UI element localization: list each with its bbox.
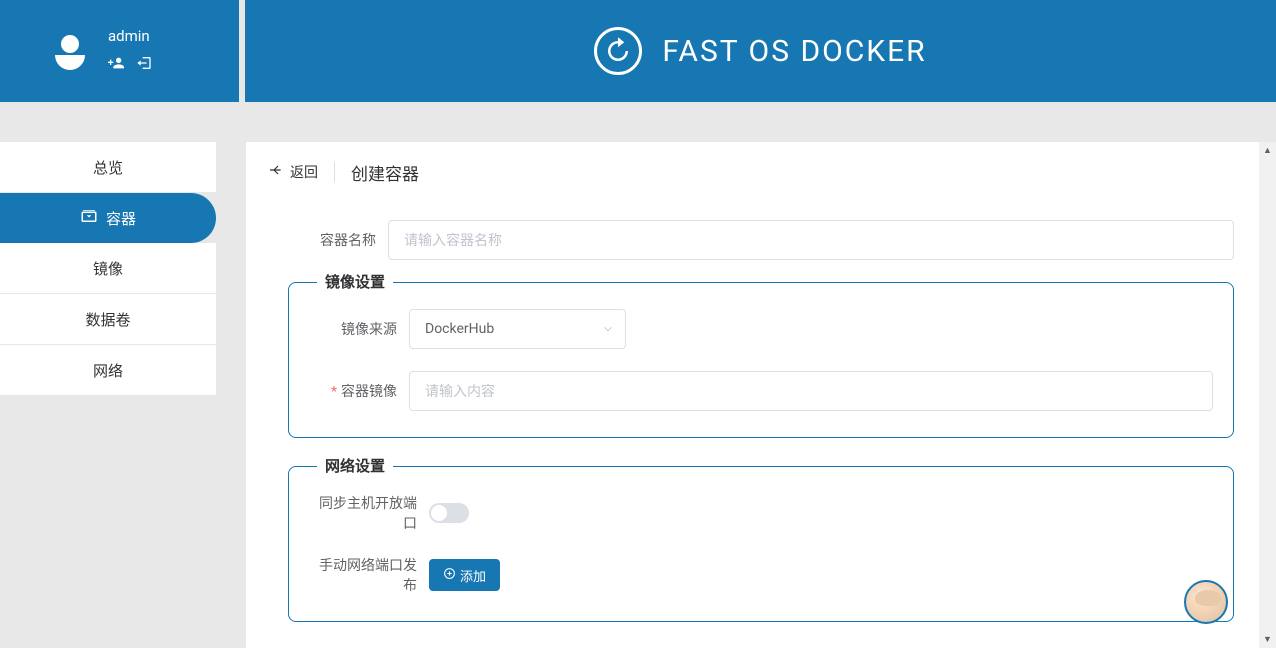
label-container-name: 容器名称 xyxy=(288,230,388,250)
header-user-block: admin xyxy=(0,0,239,102)
user-add-icon[interactable] xyxy=(108,55,124,75)
label-image-source: 镜像来源 xyxy=(309,319,409,339)
scroll-up-arrow-icon[interactable]: ▲ xyxy=(1259,142,1276,159)
image-source-value: DockerHub xyxy=(425,321,494,337)
header: admin FAST OS DOCKER xyxy=(0,0,1276,102)
legend-network-settings: 网络设置 xyxy=(317,455,393,476)
main: 总览 容器 镜像 数据卷 网络 返回 xyxy=(0,142,1276,648)
sidebar-item-label: 容器 xyxy=(106,208,136,229)
page-head: 返回 创建容器 xyxy=(268,152,1254,192)
divider xyxy=(334,162,335,182)
sidebar-item-containers[interactable]: 容器 xyxy=(0,193,216,243)
legend-image-settings: 镜像设置 xyxy=(317,271,393,292)
row-manual-port-publish: 手动网络端口发布 添加 xyxy=(309,555,1213,595)
back-label: 返回 xyxy=(290,162,318,182)
brand-logo-icon xyxy=(594,27,642,75)
row-sync-host-ports: 同步主机开放端口 xyxy=(309,493,1213,533)
row-image-source: 镜像来源 DockerHub xyxy=(309,309,1213,349)
back-button[interactable]: 返回 xyxy=(268,162,318,182)
container-icon xyxy=(80,207,98,229)
logout-icon[interactable] xyxy=(136,55,152,75)
scrollbar-track[interactable] xyxy=(1259,159,1276,631)
row-container-name: 容器名称 xyxy=(288,220,1234,260)
label-container-image: *容器镜像 xyxy=(309,381,409,401)
page-scrollbar[interactable]: ▲ ▼ xyxy=(1259,142,1276,648)
sidebar-item-label: 总览 xyxy=(93,157,123,178)
chevron-down-icon xyxy=(601,322,615,336)
user-avatar-icon xyxy=(50,31,90,71)
floating-avatar-button[interactable] xyxy=(1184,580,1228,624)
arrow-left-icon xyxy=(268,162,284,182)
image-source-select[interactable]: DockerHub xyxy=(409,309,626,349)
container-name-input[interactable] xyxy=(388,220,1234,260)
brand-title: FAST OS DOCKER xyxy=(662,34,926,69)
sidebar-item-label: 数据卷 xyxy=(85,309,130,330)
plus-circle-icon xyxy=(443,567,456,583)
create-container-form: 容器名称 镜像设置 镜像来源 DockerHub xyxy=(268,192,1254,648)
fieldset-image-settings: 镜像设置 镜像来源 DockerHub xyxy=(288,282,1234,438)
sidebar-item-images[interactable]: 镜像 xyxy=(0,243,216,293)
header-brand: FAST OS DOCKER xyxy=(245,0,1276,102)
add-port-button[interactable]: 添加 xyxy=(429,559,500,591)
sidebar: 总览 容器 镜像 数据卷 网络 xyxy=(0,142,216,648)
content-wrap: 返回 创建容器 容器名称 镜像设置 镜像来源 xyxy=(216,142,1276,648)
fieldset-network-settings: 网络设置 同步主机开放端口 手动网络端口发布 xyxy=(288,466,1234,622)
container-image-input[interactable] xyxy=(409,371,1213,411)
scroll-down-arrow-icon[interactable]: ▼ xyxy=(1259,631,1276,648)
sidebar-item-label: 镜像 xyxy=(93,258,123,279)
sidebar-item-volumes[interactable]: 数据卷 xyxy=(0,294,216,344)
label-sync-host-ports: 同步主机开放端口 xyxy=(309,493,429,533)
add-button-label: 添加 xyxy=(460,566,486,585)
label-manual-port-publish: 手动网络端口发布 xyxy=(309,555,429,595)
page-title: 创建容器 xyxy=(351,160,419,185)
user-info: admin xyxy=(108,27,152,75)
sync-host-ports-switch[interactable] xyxy=(429,503,469,523)
sidebar-item-network[interactable]: 网络 xyxy=(0,345,216,395)
sidebar-item-label: 网络 xyxy=(93,360,123,381)
row-container-image: *容器镜像 xyxy=(309,371,1213,411)
sidebar-item-overview[interactable]: 总览 xyxy=(0,142,216,192)
user-name-label: admin xyxy=(108,27,152,45)
content-panel: 返回 创建容器 容器名称 镜像设置 镜像来源 xyxy=(246,142,1276,648)
